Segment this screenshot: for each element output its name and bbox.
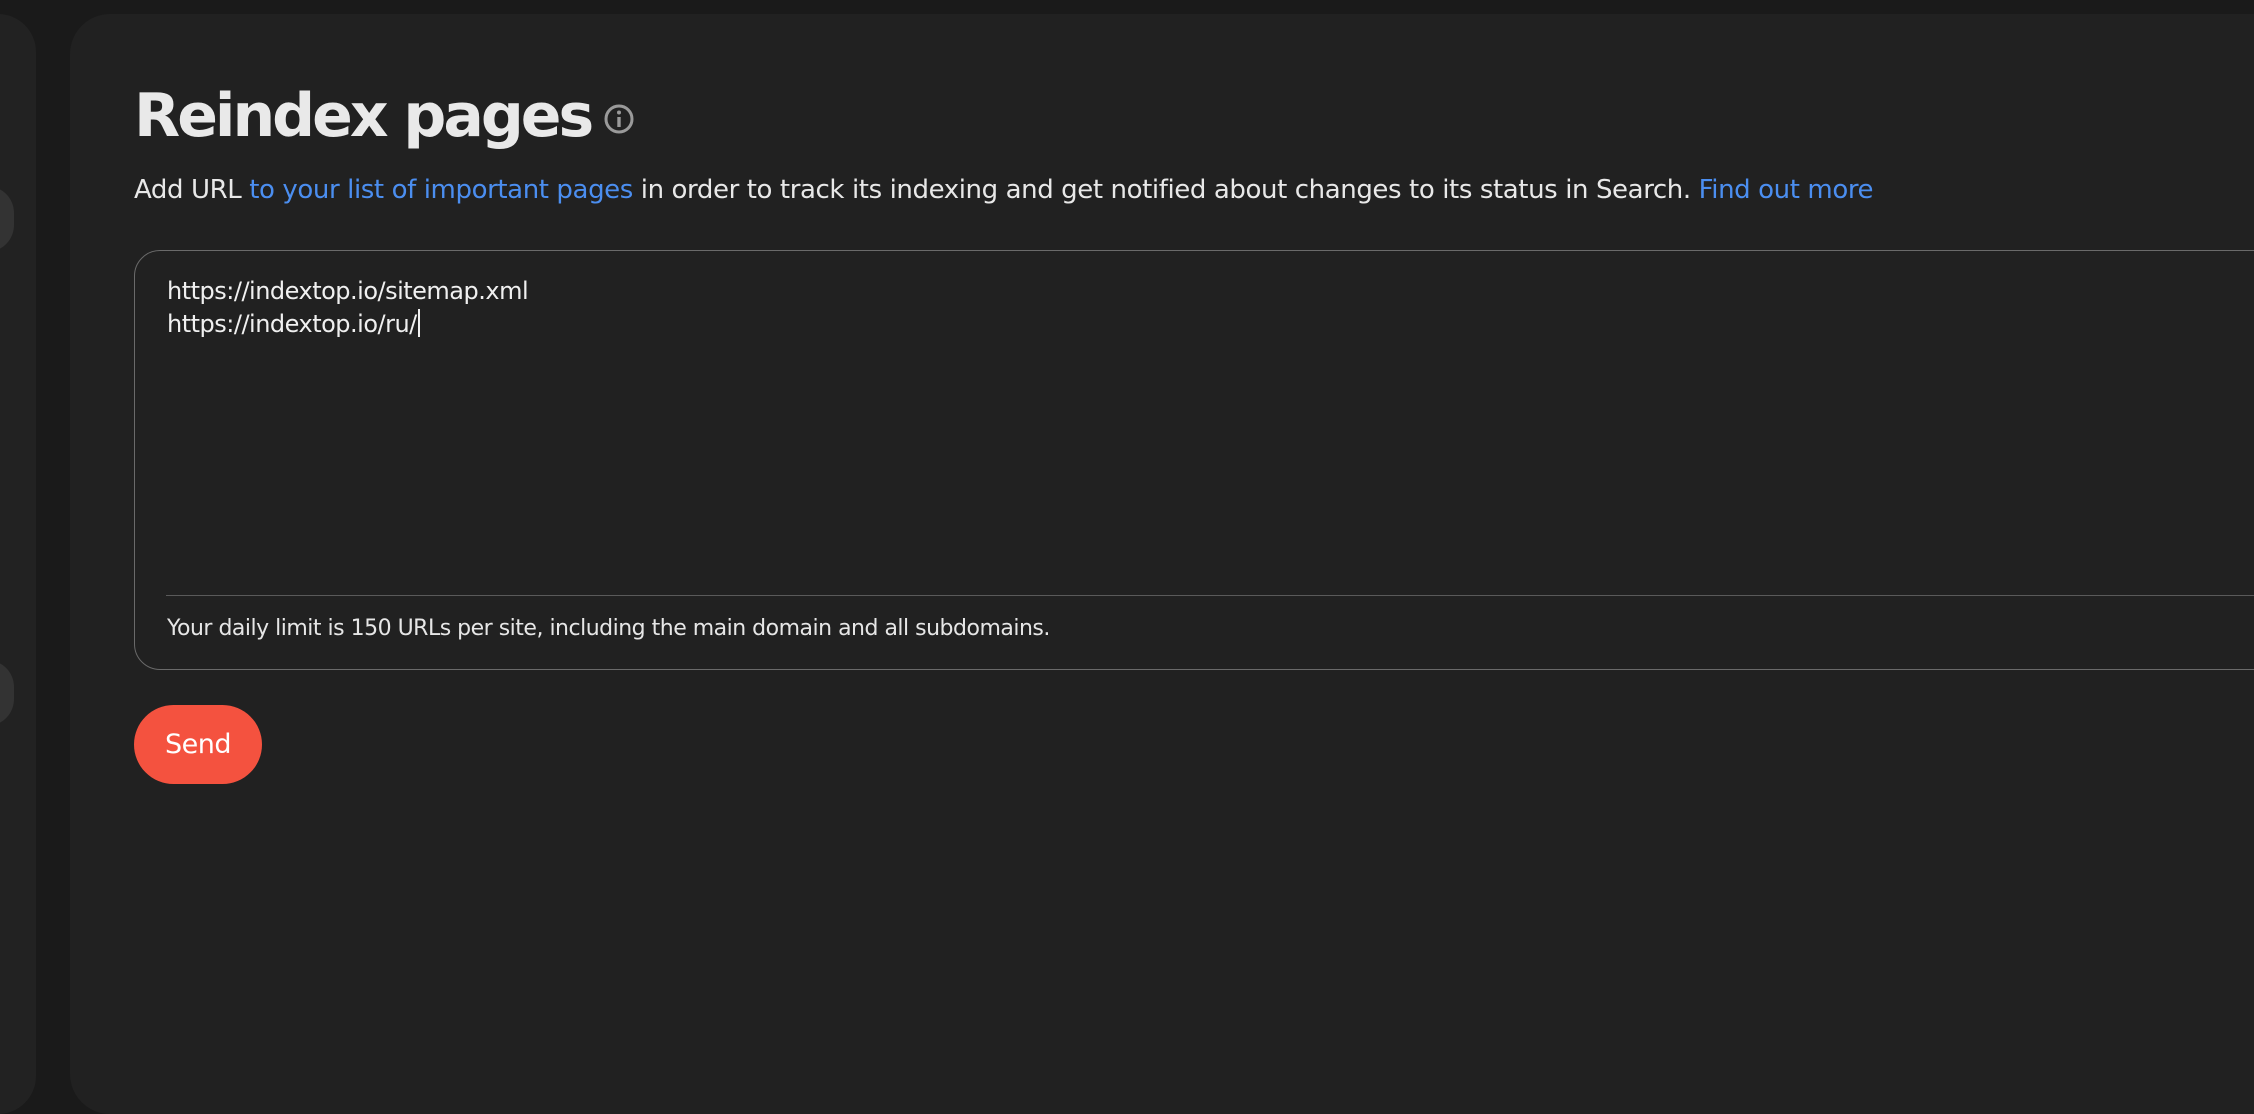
find-out-more-link[interactable]: Find out more <box>1699 175 1874 205</box>
url-line-with-cursor: https://indextop.io/ru/ <box>167 308 2254 341</box>
url-textarea[interactable]: https://indextop.io/sitemap.xml https://… <box>167 275 2254 575</box>
box-divider <box>166 595 2254 596</box>
daily-limit-note: Your daily limit is 150 URLs per site, i… <box>167 616 1050 641</box>
page-title: Reindex pages <box>134 81 594 151</box>
left-side-panel <box>0 14 36 1114</box>
important-pages-link[interactable]: to your list of important pages <box>249 175 633 205</box>
send-button[interactable]: Send <box>134 705 262 784</box>
url-line-text: https://indextop.io/ru/ <box>167 310 417 338</box>
description-middle: in order to track its indexing and get n… <box>632 175 1699 205</box>
info-circle-icon[interactable] <box>603 103 635 135</box>
description-prefix: Add URL <box>134 175 250 205</box>
page-description: Add URL to your list of important pages … <box>134 172 1874 208</box>
url-line: https://indextop.io/sitemap.xml <box>167 277 529 305</box>
text-cursor <box>417 309 420 337</box>
url-input-box: https://indextop.io/sitemap.xml https://… <box>134 250 2254 670</box>
page-header: Reindex pages <box>134 76 635 156</box>
